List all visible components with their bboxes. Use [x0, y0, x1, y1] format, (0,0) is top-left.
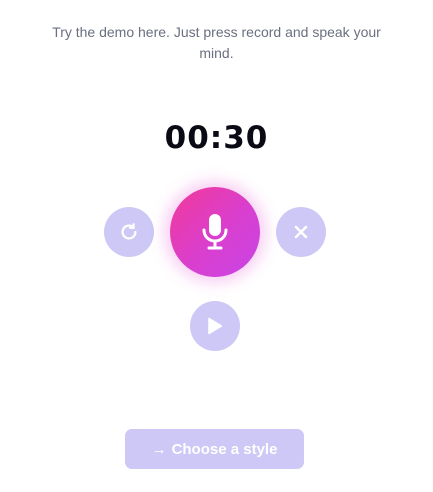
arrow-right-icon: →	[151, 440, 167, 458]
choose-style-button[interactable]: → Choose a style	[125, 429, 304, 469]
intro-text: Try the demo here. Just press record and…	[52, 24, 381, 61]
timer-display: 00:30	[164, 120, 269, 156]
choose-style-label: Choose a style	[171, 440, 278, 458]
play-icon	[206, 316, 224, 336]
play-button[interactable]	[190, 301, 240, 351]
refresh-icon	[118, 221, 140, 243]
reset-button[interactable]	[104, 207, 154, 257]
record-button[interactable]	[170, 187, 260, 277]
close-icon	[294, 225, 308, 239]
microphone-icon	[201, 213, 229, 251]
clear-button[interactable]	[276, 207, 326, 257]
